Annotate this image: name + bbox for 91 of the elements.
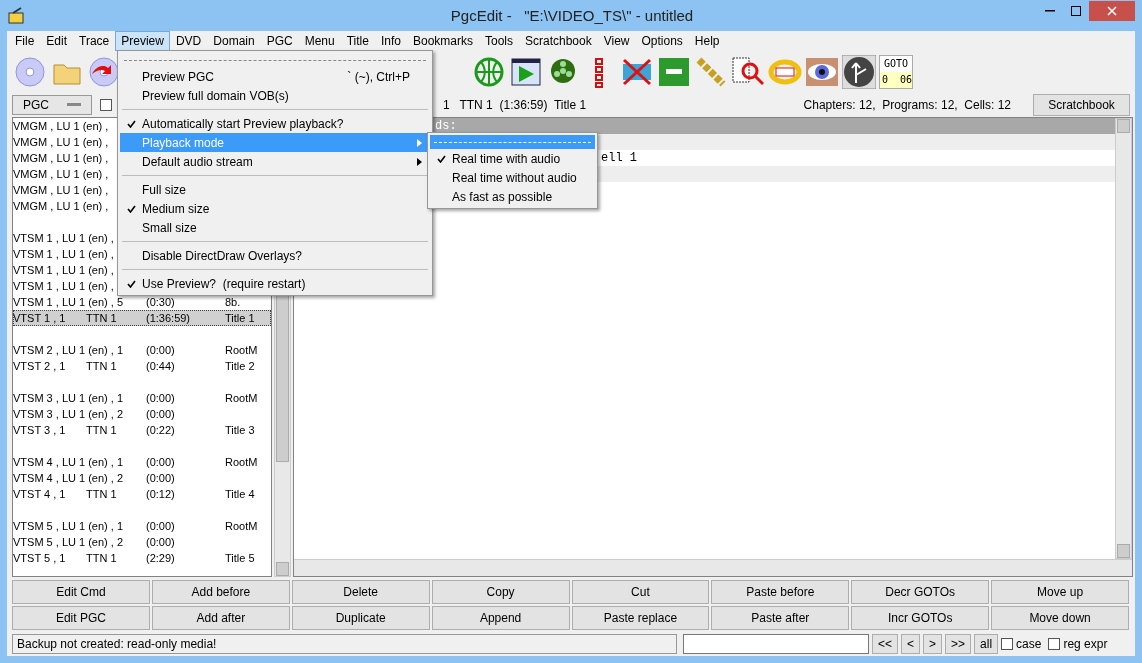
command-button[interactable]: Cut — [571, 580, 710, 604]
dropdown-item[interactable]: As fast as possible — [430, 187, 595, 206]
dropdown-item[interactable]: Full size — [120, 180, 430, 199]
command-button[interactable]: Duplicate — [291, 606, 430, 630]
scrollbar[interactable] — [1115, 118, 1132, 559]
command-button[interactable]: Add after — [151, 606, 290, 630]
search-field[interactable] — [683, 634, 869, 654]
command-button[interactable]: Edit PGC — [12, 606, 150, 630]
nav-button[interactable]: >> — [945, 634, 972, 654]
menu-bar-item[interactable]: Bookmarks — [406, 31, 479, 51]
dropdown-item[interactable]: Use Preview? (require restart) — [120, 274, 430, 293]
pgc-counts: Chapters: 12, Programs: 12, Cells: 12 — [803, 98, 1011, 112]
window-title: PgcEdit - "E:\VIDEO_TS\" - untitled — [449, 7, 695, 24]
pgc-list-row[interactable]: VTSM 1 , LU 1 (en) , 5 (0:30) 8b. — [13, 294, 271, 310]
command-button[interactable]: Move down — [991, 606, 1129, 630]
horizontal-scrollbar[interactable] — [294, 559, 1132, 576]
menu-bar-item[interactable]: Preview — [115, 31, 170, 51]
pgc-list-row[interactable]: VTSM 5 , LU 1 (en) , 1 (0:00) RootM — [13, 518, 271, 534]
pgc-list-row[interactable]: VTSM 4 , LU 1 (en) , 2 (0:00) — [13, 470, 271, 486]
command-button[interactable]: Paste before — [711, 580, 850, 604]
pgc-list-row[interactable]: VTSM 5 , LU 1 (en) , 2 (0:00) — [13, 534, 271, 550]
menu-bar-item[interactable]: View — [597, 31, 636, 51]
pgc-list-row[interactable]: VTST 4 , 1 TTN 1 (0:12) Title 4 — [13, 486, 271, 502]
command-button[interactable]: Move up — [991, 580, 1129, 604]
goto-counter[interactable]: GOTO 0 06 — [879, 55, 913, 89]
disc-icon[interactable] — [13, 55, 47, 89]
command-button[interactable]: Copy — [431, 580, 570, 604]
pgc-list-row[interactable]: VTSM 3 , LU 1 (en) , 2 (0:00) — [13, 406, 271, 422]
nav-button[interactable]: < — [901, 634, 921, 654]
submenu-arrow-icon — [417, 157, 422, 166]
checkbox[interactable] — [1001, 638, 1014, 650]
command-button[interactable]: Delete — [291, 580, 430, 604]
close-icon — [1107, 5, 1117, 16]
check-icon — [126, 204, 136, 213]
menu-bar-item[interactable]: Scratchbook — [519, 31, 598, 51]
menu-tile-icon[interactable] — [657, 55, 691, 89]
command-button[interactable]: Paste replace — [571, 606, 710, 630]
nav-button[interactable]: << — [872, 634, 898, 654]
menu-bar-item[interactable]: Domain — [207, 31, 261, 51]
pgc-list-row[interactable]: VTST 1 , 1 TTN 1 (1:36:59) Title 1 — [13, 310, 271, 326]
menu-bar-item[interactable]: Options — [635, 31, 689, 51]
checkbox[interactable] — [100, 99, 112, 111]
pgc-list-row[interactable]: VTST 2 , 1 TTN 1 (0:44) Title 2 — [13, 358, 271, 374]
scratchbook-button[interactable]: Scratchbook — [1033, 94, 1130, 116]
menu-bar-item[interactable]: PGC — [260, 31, 299, 51]
command-button[interactable]: Decr GOTOs — [851, 580, 990, 604]
current-pgc-info: 1 TTN 1 (1:36:59) Title 1 — [443, 98, 587, 112]
app-icon — [7, 6, 27, 25]
fork-arrow-icon[interactable] — [842, 55, 876, 89]
menu-bar-item[interactable]: Tools — [479, 31, 519, 51]
dropdown-item[interactable]: Disable DirectDraw Overlays? — [120, 246, 430, 265]
pgc-list-row[interactable]: VTSM 3 , LU 1 (en) , 1 (0:00) RootM — [13, 390, 271, 406]
pgc-list-row[interactable]: VTST 5 , 1 TTN 1 (2:29) Title 5 — [13, 550, 271, 566]
dropdown-bar-icon — [67, 103, 81, 107]
menu-bar-item[interactable]: Title — [340, 31, 375, 51]
pgc-dropdown[interactable]: PGC — [12, 95, 92, 115]
minimize-icon — [1045, 9, 1055, 12]
checkbox-label: reg expr — [1063, 637, 1108, 651]
command-button[interactable]: Incr GOTOs — [851, 606, 990, 630]
command-button[interactable]: Append — [431, 606, 570, 630]
nav-button[interactable]: all — [974, 634, 999, 654]
maximize-icon — [1071, 5, 1081, 16]
menu-bar-item[interactable]: Help — [688, 31, 726, 51]
menu-bar-item[interactable]: Menu — [298, 31, 341, 51]
menu-bar-item[interactable]: File — [9, 31, 41, 51]
dropdown-item[interactable]: Preview full domain VOB(s) — [120, 86, 430, 105]
submenu-arrow-icon — [417, 138, 422, 147]
menu-bar-item[interactable]: Edit — [40, 31, 74, 51]
menu-bar-item[interactable]: DVD — [169, 31, 208, 51]
play-grid-icon[interactable] — [509, 55, 543, 89]
checkbox[interactable] — [1048, 638, 1061, 650]
pgc-list-row[interactable]: VTSM 2 , LU 1 (en) , 1 (0:00) RootM — [13, 342, 271, 358]
dropdown-item[interactable]: Medium size — [120, 199, 430, 218]
check-icon — [126, 119, 136, 128]
command-button[interactable]: Add before — [151, 580, 290, 604]
checkbox-label: case — [1016, 637, 1042, 651]
menu-bar-item[interactable]: Info — [374, 31, 407, 51]
nav-button[interactable]: > — [923, 634, 943, 654]
dropdown-item[interactable]: Real time without audio — [430, 168, 595, 187]
check-icon — [126, 279, 136, 288]
check-icon — [436, 154, 446, 163]
status-message: Backup not created: read-only media! — [12, 634, 677, 654]
eye-icon[interactable] — [805, 55, 839, 89]
dropdown-item[interactable]: Preview PGC ` (~), Ctrl+P — [120, 67, 430, 86]
dropdown-item[interactable]: Small size — [120, 218, 430, 237]
command-button[interactable]: Edit Cmd — [12, 580, 150, 604]
command-button[interactable]: Paste after — [711, 606, 850, 630]
dropdown-item[interactable]: Real time with audio — [430, 149, 595, 168]
menu-bar-item[interactable]: Trace — [73, 31, 116, 51]
pgc-list-row[interactable]: VTST 3 , 1 TTN 1 (0:22) Title 3 — [13, 422, 271, 438]
pgc-list-row[interactable]: VTSM 4 , LU 1 (en) , 1 (0:00) RootM — [13, 454, 271, 470]
